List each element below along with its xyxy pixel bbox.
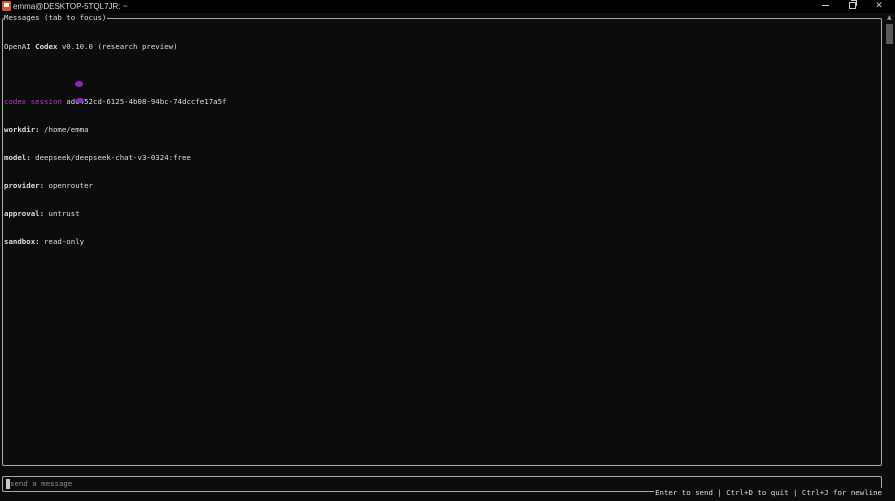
message-input[interactable]: send a message <box>10 479 72 489</box>
minimize-button[interactable] <box>812 0 838 13</box>
session-label: codex session <box>4 97 62 107</box>
session-id: ad6452cd-6125-4b08-94bc-74dccfe17a5f <box>61 97 227 107</box>
mouse-cursor-marker <box>76 98 84 103</box>
codex-brand: Codex <box>35 41 58 51</box>
approval-value: untrust <box>44 208 80 218</box>
model-line: model: deepseek/deepseek-chat-v3-0324:fr… <box>4 153 227 162</box>
close-button[interactable]: ✕ <box>866 0 892 13</box>
session-line: codex session ad6452cd-6125-4b08-94bc-74… <box>4 97 227 106</box>
messages-panel-label: Messages (tab to focus) <box>4 13 108 23</box>
provider-label: provider: <box>4 181 45 191</box>
restore-icon <box>848 0 857 9</box>
header-line: OpenAI Codex v0.10.0 (research preview) <box>4 41 178 51</box>
workdir-label: workdir: <box>4 125 40 135</box>
workdir-value: /home/emma <box>39 125 89 135</box>
approval-label: approval: <box>4 208 45 218</box>
terminal-app-icon <box>2 1 11 11</box>
mouse-cursor-marker <box>75 81 83 87</box>
messages-content: OpenAI Codex v0.10.0 (research preview) … <box>4 23 227 255</box>
model-value: deepseek/deepseek-chat-v3-0324:free <box>30 153 191 163</box>
close-icon: ✕ <box>875 1 883 11</box>
sandbox-value: read-only <box>39 236 85 246</box>
sandbox-label: sandbox: <box>4 236 40 246</box>
approval-line: approval: untrust <box>4 209 227 218</box>
provider-value: openrouter <box>44 181 93 191</box>
sandbox-line: sandbox: read-only <box>4 237 227 246</box>
provider-line: provider: openrouter <box>4 181 227 190</box>
model-label: model: <box>4 153 31 163</box>
scrollbar-thumb[interactable] <box>886 24 893 44</box>
scroll-up-arrow-icon[interactable]: ▲ <box>887 15 892 21</box>
minimize-icon <box>821 5 829 6</box>
title-bar: emma@DESKTOP-5TQL7JR: ~ ✕ <box>0 0 895 13</box>
workdir-line: workdir: /home/emma <box>4 125 227 134</box>
window-title: emma@DESKTOP-5TQL7JR: ~ <box>13 2 128 11</box>
maximize-button[interactable] <box>839 0 865 13</box>
keyboard-help-text: Enter to send | Ctrl+D to quit | Ctrl+J … <box>654 488 882 498</box>
scrollbar[interactable]: ▲ <box>885 13 895 501</box>
